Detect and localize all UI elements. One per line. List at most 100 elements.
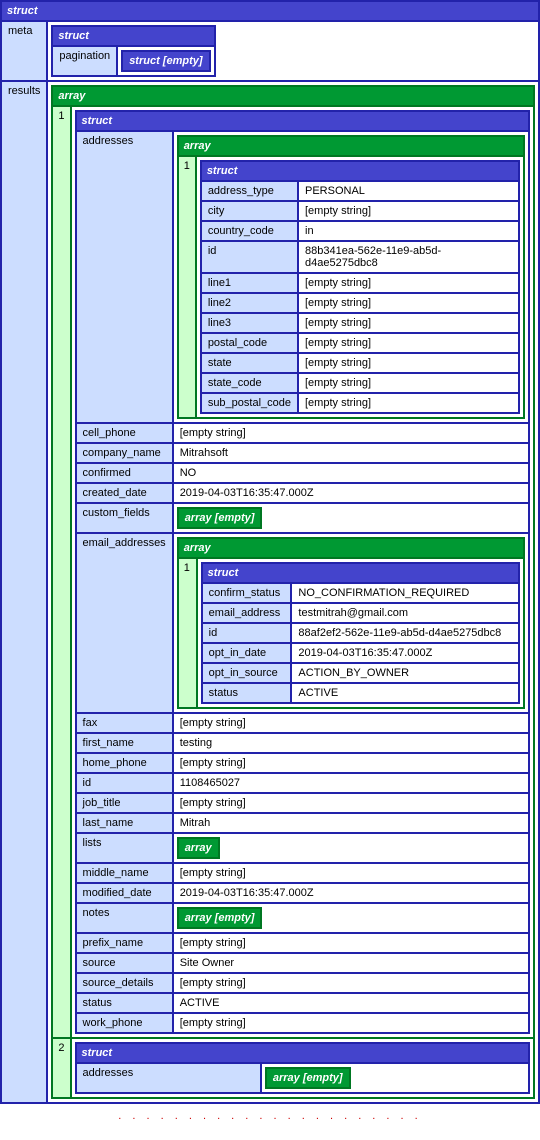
key-status: status — [202, 683, 292, 703]
key-source-details: source_details — [76, 973, 173, 993]
val-created-date: 2019-04-03T16:35:47.000Z — [173, 483, 529, 503]
val-line3: [empty string] — [298, 313, 519, 333]
val-fax: [empty string] — [173, 713, 529, 733]
val-cell-phone: [empty string] — [173, 423, 529, 443]
contact-struct: struct addresses array — [75, 110, 530, 1034]
email-addresses-array: array 1 struct — [177, 537, 525, 709]
email-item: struct confirm_statusNO_CONFIRMATION_REQ… — [197, 558, 524, 708]
array-badge: array — [177, 837, 220, 859]
key-status: status — [76, 993, 173, 1013]
val-company-name: Mitrahsoft — [173, 443, 529, 463]
key-address-type: address_type — [201, 181, 298, 201]
struct-header: struct — [52, 26, 214, 46]
array-header: array — [178, 538, 524, 558]
struct-empty-badge: struct [empty] — [121, 50, 210, 72]
val-sub-postal-code: [empty string] — [298, 393, 519, 413]
key-notes: notes — [76, 903, 173, 933]
array-header: array — [178, 136, 524, 156]
val-contact-id: 1108465027 — [173, 773, 529, 793]
val-addresses-2: array [empty] — [261, 1063, 529, 1093]
val-line2: [empty string] — [298, 293, 519, 313]
key-id: id — [76, 773, 173, 793]
val-opt-in-date: 2019-04-03T16:35:47.000Z — [291, 643, 519, 663]
key-created-date: created_date — [76, 483, 173, 503]
key-opt-in-source: opt_in_source — [202, 663, 292, 683]
key-line3: line3 — [201, 313, 298, 333]
struct-header: struct — [1, 1, 539, 21]
key-addresses: addresses — [76, 131, 173, 423]
val-first-name: testing — [173, 733, 529, 753]
val-modified-date: 2019-04-03T16:35:47.000Z — [173, 883, 529, 903]
val-last-name: Mitrah — [173, 813, 529, 833]
array-index: 1 — [52, 106, 70, 1038]
val-city: [empty string] — [298, 201, 519, 221]
key-id: id — [202, 623, 292, 643]
key-cell-phone: cell_phone — [76, 423, 173, 443]
key-pagination: pagination — [52, 46, 117, 76]
val-prefix-name: [empty string] — [173, 933, 529, 953]
key-meta: meta — [1, 21, 47, 81]
struct-header: struct — [76, 111, 529, 131]
array-empty-badge: array [empty] — [265, 1067, 351, 1089]
key-opt-in-date: opt_in_date — [202, 643, 292, 663]
val-state-code: [empty string] — [298, 373, 519, 393]
val-opt-in-source: ACTION_BY_OWNER — [291, 663, 519, 683]
val-confirm-status: NO_CONFIRMATION_REQUIRED — [291, 583, 519, 603]
key-last-name: last_name — [76, 813, 173, 833]
val-job-title: [empty string] — [173, 793, 529, 813]
meta-struct: struct pagination struct [empty] — [51, 25, 215, 77]
val-home-phone: [empty string] — [173, 753, 529, 773]
val-email-status: ACTIVE — [291, 683, 519, 703]
array-empty-badge: array [empty] — [177, 907, 263, 929]
val-status: ACTIVE — [173, 993, 529, 1013]
val-notes: array [empty] — [173, 903, 529, 933]
results-item-2: struct addresses array [empty] — [71, 1038, 534, 1098]
array-index: 1 — [178, 558, 197, 708]
val-custom-fields: array [empty] — [173, 503, 529, 533]
val-address-id: 88b341ea-562e-11e9-ab5d-d4ae5275dbc8 — [298, 241, 519, 273]
key-email-addresses: email_addresses — [76, 533, 173, 713]
key-lists: lists — [76, 833, 173, 863]
key-addresses: addresses — [76, 1063, 261, 1093]
results-array: array 1 struct addresses — [51, 85, 535, 1099]
contact-struct-2: struct addresses array [empty] — [75, 1042, 530, 1094]
array-index: 1 — [178, 156, 196, 418]
key-middle-name: middle_name — [76, 863, 173, 883]
val-country-code: in — [298, 221, 519, 241]
key-home-phone: home_phone — [76, 753, 173, 773]
key-country-code: country_code — [201, 221, 298, 241]
val-source: Site Owner — [173, 953, 529, 973]
key-id: id — [201, 241, 298, 273]
struct-header: struct — [202, 563, 519, 583]
val-pagination: struct [empty] — [117, 46, 214, 76]
key-work-phone: work_phone — [76, 1013, 173, 1033]
root-struct: struct meta struct pagination struct [em… — [0, 0, 540, 1104]
val-work-phone: [empty string] — [173, 1013, 529, 1033]
key-results: results — [1, 81, 47, 1103]
key-state-code: state_code — [201, 373, 298, 393]
val-line1: [empty string] — [298, 273, 519, 293]
key-email-address: email_address — [202, 603, 292, 623]
val-postal-code: [empty string] — [298, 333, 519, 353]
key-job-title: job_title — [76, 793, 173, 813]
key-line1: line1 — [201, 273, 298, 293]
array-index: 2 — [52, 1038, 70, 1098]
val-lists: array — [173, 833, 529, 863]
key-confirmed: confirmed — [76, 463, 173, 483]
key-line2: line2 — [201, 293, 298, 313]
key-fax: fax — [76, 713, 173, 733]
struct-header: struct — [76, 1043, 529, 1063]
key-postal-code: postal_code — [201, 333, 298, 353]
address-item: struct address_typePERSONAL city[empty s… — [196, 156, 524, 418]
array-empty-badge: array [empty] — [177, 507, 263, 529]
val-meta: struct pagination struct [empty] — [47, 21, 539, 81]
val-email-addresses: array 1 struct — [173, 533, 529, 713]
address-struct: struct address_typePERSONAL city[empty s… — [200, 160, 520, 414]
key-custom-fields: custom_fields — [76, 503, 173, 533]
truncated-dots: . . . . . . . . . . . . . . . . . . . . … — [0, 1104, 540, 1132]
key-first-name: first_name — [76, 733, 173, 753]
val-state: [empty string] — [298, 353, 519, 373]
array-header: array — [52, 86, 534, 106]
struct-header: struct — [201, 161, 519, 181]
key-state: state — [201, 353, 298, 373]
